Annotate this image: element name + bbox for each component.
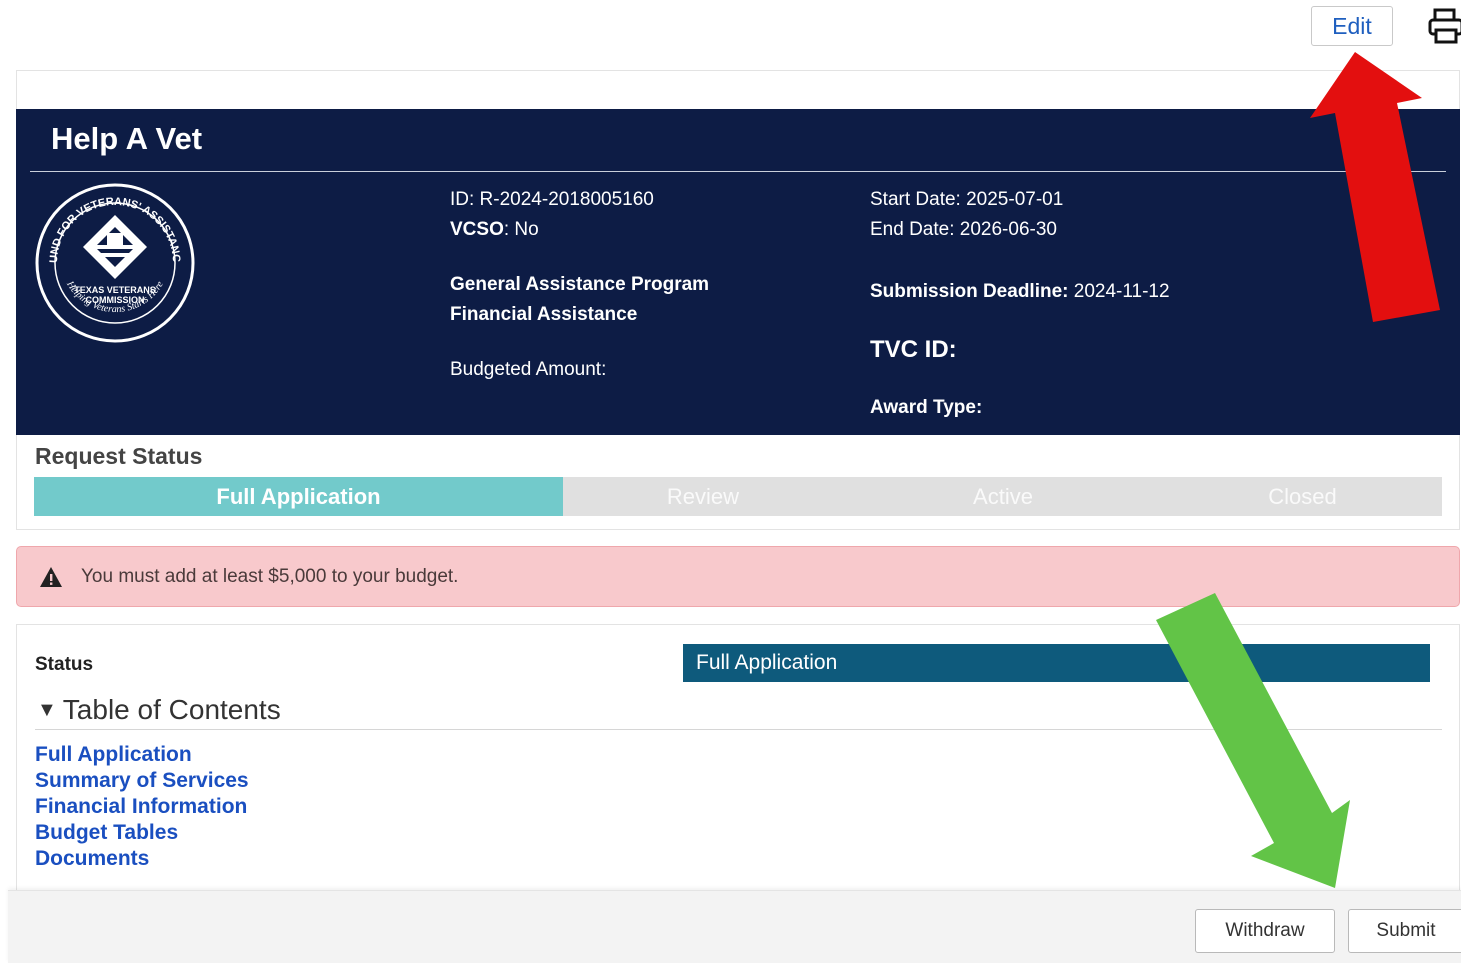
veterans-seal-logo: TEXAS VETERANS COMMISSION FUND FOR VETER… — [35, 183, 195, 343]
toc-link-summary-of-services[interactable]: Summary of Services — [35, 768, 249, 794]
step-active: Active — [973, 483, 1033, 509]
request-status-progress: Full Application Review Active Closed — [34, 477, 1442, 516]
page-root: Edit Help A Vet TEXAS VETERANS COMMISSIO… — [0, 0, 1461, 963]
tvc-id: TVC ID: — [870, 336, 957, 363]
vcso-label: VCSO — [450, 219, 504, 240]
triangle-down-icon: ▼ — [37, 699, 57, 721]
toc-link-documents[interactable]: Documents — [35, 846, 249, 872]
program-name: General Assistance Program — [450, 274, 710, 295]
warning-icon — [40, 566, 62, 587]
request-id: ID: R-2024-2018005160 — [450, 189, 654, 210]
end-date: End Date: 2026-06-30 — [870, 219, 1057, 240]
toc-link-financial-information[interactable]: Financial Information — [35, 794, 249, 820]
toc-link-full-application[interactable]: Full Application — [35, 742, 249, 768]
toc-link-budget-tables[interactable]: Budget Tables — [35, 820, 249, 846]
table-of-contents-toggle[interactable]: ▼ Table of Contents — [37, 694, 281, 726]
banner-divider — [30, 171, 1446, 172]
print-icon[interactable] — [1428, 6, 1461, 46]
request-status-title: Request Status — [35, 443, 203, 469]
award-type: Award Type: — [870, 397, 983, 418]
program-type: Financial Assistance — [450, 304, 638, 325]
edit-button[interactable]: Edit — [1311, 6, 1393, 46]
budgeted-amount: Budgeted Amount: — [450, 359, 607, 380]
status-value-bar: Full Application — [683, 644, 1430, 682]
step-full-application: Full Application — [34, 477, 563, 516]
request-title: Help A Vet — [51, 121, 203, 156]
vcso-field: VCSO: No — [450, 219, 539, 241]
start-date: Start Date: 2025-07-01 — [870, 189, 1064, 210]
submit-button[interactable]: Submit — [1348, 909, 1461, 953]
step-review: Review — [666, 483, 740, 509]
request-banner: Help A Vet TEXAS VETERANS COMMISSION FUN… — [16, 109, 1460, 435]
budget-warning-alert: You must add at least $5,000 to your bud… — [16, 546, 1460, 607]
submission-label: Submission Deadline: — [870, 281, 1069, 302]
toc-clipped-item — [35, 882, 240, 890]
toc-title: Table of Contents — [62, 694, 281, 725]
svg-text:TEXAS VETERANS: TEXAS VETERANS — [74, 285, 156, 295]
vcso-value: : No — [503, 219, 539, 240]
toc-list: Full Application Summary of Services Fin… — [35, 742, 249, 872]
withdraw-button[interactable]: Withdraw — [1195, 909, 1335, 953]
submission-value: 2024-11-12 — [1068, 281, 1170, 302]
status-label: Status — [35, 654, 94, 675]
step-closed: Closed — [1268, 483, 1337, 509]
submission-deadline: Submission Deadline: 2024-11-12 — [870, 281, 1170, 303]
toc-divider — [35, 729, 1442, 730]
alert-message: You must add at least $5,000 to your bud… — [81, 565, 459, 587]
